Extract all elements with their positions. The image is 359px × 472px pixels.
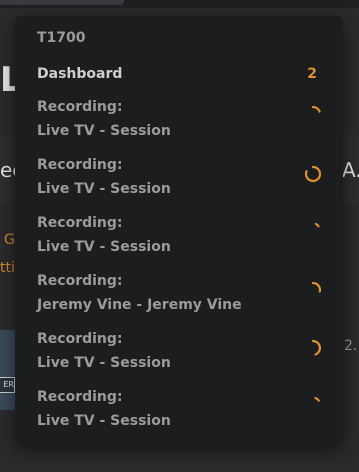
background-number: 2.1 xyxy=(344,338,359,354)
item-type-label: Recording: xyxy=(37,331,123,347)
item-type-label: Recording: xyxy=(37,215,123,231)
list-item[interactable]: Recording: Live TV - Session xyxy=(15,96,343,152)
item-title: Live TV - Session xyxy=(37,239,171,255)
server-activity-dropdown: T1700 Dashboard 2 Recording: Live TV - S… xyxy=(15,16,343,444)
server-name: T1700 xyxy=(37,30,86,46)
background-subtitle-right: A. xyxy=(342,158,359,182)
list-item[interactable]: Recording: Live TV - Session xyxy=(15,212,343,268)
top-bar xyxy=(0,0,359,8)
background-subtitle: ee xyxy=(0,158,16,182)
item-type-label: Recording: xyxy=(37,99,123,115)
list-item[interactable]: Recording: Live TV - Session xyxy=(15,328,343,384)
list-item[interactable]: Recording: Jeremy Vine - Jeremy Vine xyxy=(15,270,343,326)
item-title: Live TV - Session xyxy=(37,413,171,429)
background-title: L xyxy=(0,60,16,100)
item-title: Jeremy Vine - Jeremy Vine xyxy=(37,297,242,313)
background-link-2[interactable]: tti xyxy=(0,260,16,276)
item-title: Live TV - Session xyxy=(37,355,171,371)
dashboard-link[interactable]: Dashboard 2 xyxy=(15,60,343,88)
dashboard-label: Dashboard xyxy=(37,66,123,82)
loading-spinner-icon xyxy=(303,220,323,240)
loading-spinner-icon xyxy=(303,164,323,184)
background-thumbnail-badge: ER xyxy=(0,377,15,393)
loading-spinner-icon xyxy=(303,338,323,358)
item-type-label: Recording: xyxy=(37,273,123,289)
list-item[interactable]: Recording: Live TV - Session xyxy=(15,154,343,210)
item-type-label: Recording: xyxy=(37,157,123,173)
item-title: Live TV - Session xyxy=(37,181,171,197)
dashboard-count-badge: 2 xyxy=(307,66,317,82)
loading-spinner-icon xyxy=(303,280,323,300)
list-item[interactable]: Recording: Live TV - Session xyxy=(15,386,343,442)
background-thumbnail[interactable] xyxy=(0,330,16,410)
top-bar-tab[interactable] xyxy=(0,0,124,5)
background-footer xyxy=(0,444,359,472)
item-title: Live TV - Session xyxy=(37,123,171,139)
loading-spinner-icon xyxy=(303,394,323,414)
loading-spinner-icon xyxy=(303,104,323,124)
item-type-label: Recording: xyxy=(37,389,123,405)
